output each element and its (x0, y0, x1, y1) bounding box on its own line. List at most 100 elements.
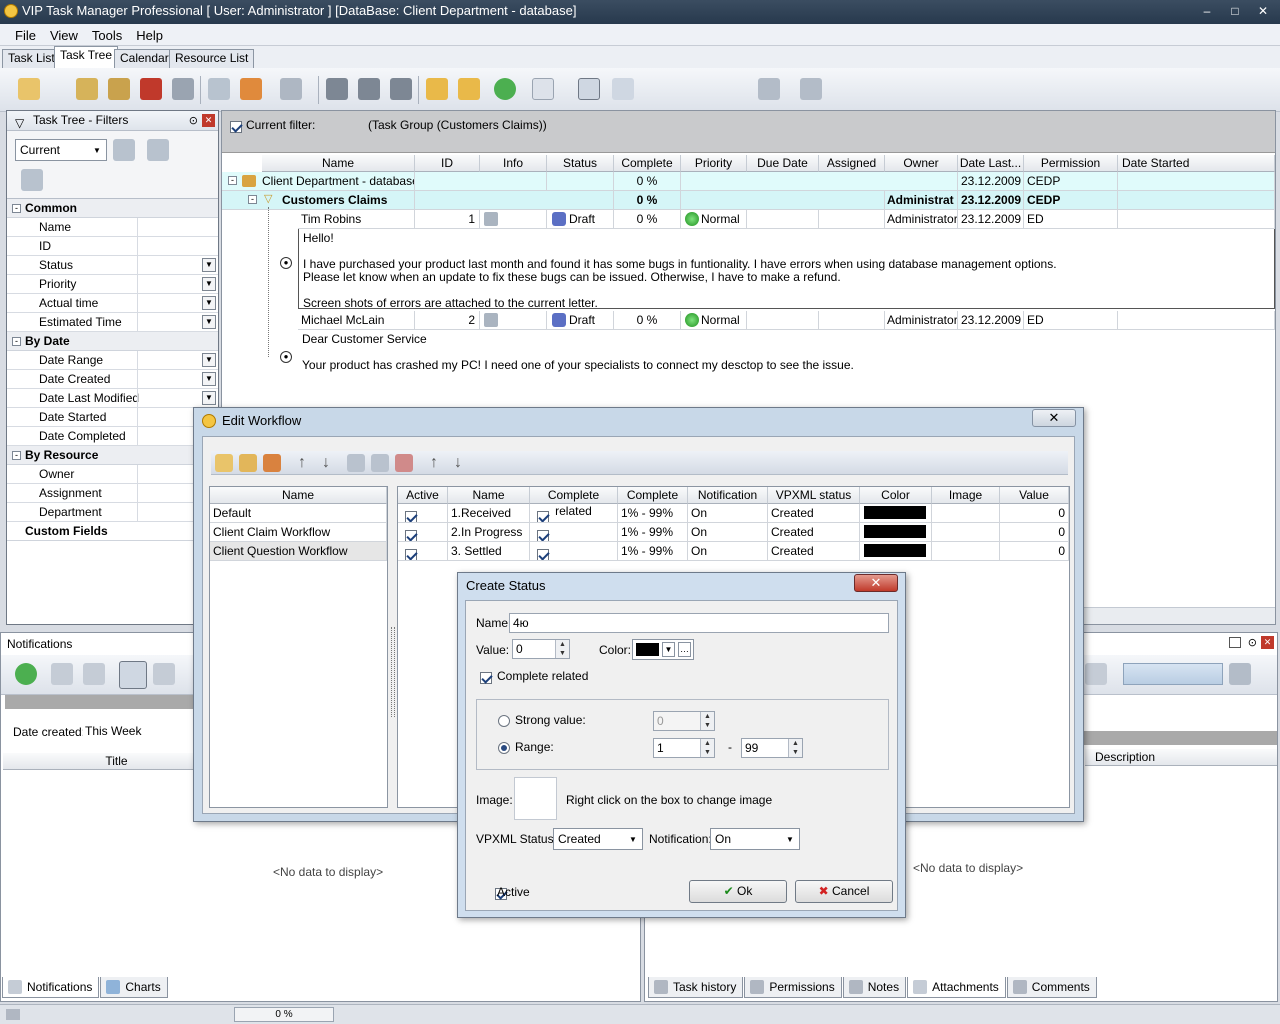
filter-row-date-started[interactable]: Date Started▼ (7, 408, 218, 427)
maximize-icon[interactable]: □ (1222, 2, 1248, 20)
complete-related-checkbox[interactable] (537, 548, 549, 560)
name-field[interactable]: 4ю (509, 613, 889, 633)
close-icon[interactable]: ✕ (1250, 2, 1276, 20)
col-vpxml-status[interactable]: VPXML status (768, 487, 860, 504)
range-radio[interactable] (498, 742, 510, 754)
chevron-down-icon[interactable]: ▼ (202, 372, 216, 386)
menu-help[interactable]: Help (129, 24, 170, 45)
col-id[interactable]: ID (415, 155, 480, 172)
col-date-started[interactable]: Date Started (1118, 155, 1275, 172)
info-icon[interactable] (484, 313, 498, 327)
menu-view[interactable]: View (43, 24, 85, 45)
col-permission[interactable]: Permission (1024, 155, 1118, 172)
tab-attachments[interactable]: Attachments (907, 977, 1006, 998)
close-icon[interactable]: ✕ (1032, 409, 1076, 427)
tab-resource-list[interactable]: Resource List (169, 49, 255, 68)
menu-tools[interactable]: Tools (85, 24, 129, 45)
delete-task-icon[interactable] (140, 78, 162, 100)
complete-related-checkbox[interactable] (537, 529, 549, 541)
options-icon[interactable] (153, 663, 175, 685)
strong-value-radio[interactable] (498, 715, 510, 727)
col-image[interactable]: Image (932, 487, 1000, 504)
col-owner[interactable]: Owner (885, 155, 958, 172)
copy-task-icon[interactable] (108, 78, 130, 100)
search-box[interactable] (1123, 663, 1223, 685)
current-filter-select[interactable]: Current ▼ (15, 139, 107, 161)
refresh-icon[interactable] (494, 78, 516, 100)
filter-row-actual-time[interactable]: Actual time ▼ (7, 294, 218, 313)
image-box[interactable] (514, 777, 557, 820)
filter-icon[interactable] (172, 78, 194, 100)
col-priority[interactable]: Priority (681, 155, 747, 172)
col-complete-related[interactable]: Complete related (530, 487, 618, 518)
group-add-icon[interactable] (240, 78, 262, 100)
filter-category-by-date[interactable]: - By Date (7, 332, 218, 351)
list-item[interactable]: Client Claim Workflow (210, 523, 387, 542)
move-down-icon[interactable] (390, 78, 412, 100)
tree-view-icon[interactable] (458, 78, 480, 100)
new-task-icon[interactable] (18, 78, 40, 100)
filter-row-owner[interactable]: Owner (7, 465, 218, 484)
status-up-icon[interactable]: ↑ (425, 454, 443, 472)
list-item[interactable]: Default (210, 504, 387, 523)
filter-category-common[interactable]: - Common (7, 199, 218, 218)
col-value[interactable]: Value (1000, 487, 1069, 504)
chevron-down-icon[interactable]: ▼ (662, 642, 675, 657)
col-info[interactable]: Info (480, 155, 547, 172)
value-field[interactable]: 0 ▲ ▼ (512, 639, 570, 659)
tab-calendar[interactable]: Calendar (114, 49, 175, 68)
pin-icon[interactable]: ⊙ (1248, 636, 1257, 649)
splitter-handle[interactable] (391, 627, 395, 717)
col-due-date[interactable]: Due Date (747, 155, 819, 172)
cancel-button[interactable]: ✖ Cancel (795, 880, 893, 903)
tab-task-history[interactable]: Task history (648, 977, 744, 998)
edit-workflow-icon[interactable] (239, 454, 257, 472)
complete-related-checkbox[interactable] (537, 510, 549, 522)
open-icon[interactable] (532, 78, 554, 100)
more-icon[interactable]: … (678, 642, 691, 657)
tab-comments[interactable]: Comments (1006, 977, 1097, 998)
filter-row-name[interactable]: Name (7, 218, 218, 237)
filter-row-priority[interactable]: Priority ▼ (7, 275, 218, 294)
chevron-down-icon[interactable]: ▼ (202, 315, 216, 329)
col-name[interactable]: Name (448, 487, 530, 504)
col-color[interactable]: Color (860, 487, 932, 504)
close-icon[interactable]: ✕ (1261, 636, 1274, 649)
spinner-icon[interactable]: ▲ ▼ (555, 640, 569, 658)
pin-icon[interactable]: ⊙ (189, 112, 198, 131)
col-assigned[interactable]: Assigned (819, 155, 885, 172)
range-from-field[interactable]: 1 ▲ ▼ (653, 738, 715, 758)
col-description[interactable]: Description (1085, 749, 1277, 766)
print-icon[interactable] (280, 78, 302, 100)
chevron-down-icon[interactable]: ▼ (202, 296, 216, 310)
export-icon[interactable] (758, 78, 780, 100)
restore-panel-icon[interactable] (1229, 637, 1241, 648)
col-date-last[interactable]: Date Last... (958, 155, 1024, 172)
info-icon[interactable] (484, 212, 498, 226)
columns-icon[interactable] (612, 78, 634, 100)
complete-related-checkbox[interactable] (480, 671, 492, 684)
new-workflow-icon[interactable] (215, 454, 233, 472)
col-notification[interactable]: Notification (688, 487, 768, 504)
settings-icon[interactable] (800, 78, 822, 100)
edit-task-icon[interactable] (76, 78, 98, 100)
filter-row-date-completed[interactable]: Date Completed▼ (7, 427, 218, 446)
tree-icon[interactable] (426, 78, 448, 100)
minimize-icon[interactable]: – (1194, 2, 1220, 20)
notification-select[interactable]: On ▼ (710, 828, 800, 850)
close-icon[interactable]: ✕ (854, 574, 898, 592)
apply-filter-icon[interactable] (113, 139, 135, 161)
group-icon[interactable] (208, 78, 230, 100)
mark-read-icon[interactable] (51, 663, 73, 685)
active-checkbox[interactable] (405, 529, 417, 541)
ok-button[interactable]: ✔ Ok (689, 880, 787, 903)
col-complete[interactable]: Complete (618, 487, 688, 504)
vpxml-status-select[interactable]: Created ▼ (553, 828, 643, 850)
status-down-icon[interactable]: ↓ (449, 454, 467, 472)
filter-row-id[interactable]: ID (7, 237, 218, 256)
color-picker[interactable]: ▼ … (632, 639, 694, 660)
col-active[interactable]: Active (398, 487, 448, 504)
filter-row-estimated-time[interactable]: Estimated Time ▼ (7, 313, 218, 332)
spinner-icon[interactable]: ▲ ▼ (700, 712, 714, 730)
chevron-down-icon[interactable]: ▼ (202, 391, 216, 405)
